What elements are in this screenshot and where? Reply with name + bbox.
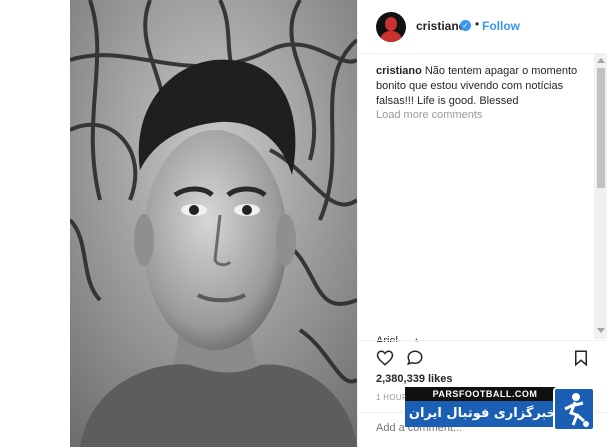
follow-button[interactable]: Follow xyxy=(482,19,520,33)
football-player-logo-icon xyxy=(553,387,595,431)
post-actions-bar xyxy=(358,340,607,370)
heart-icon[interactable] xyxy=(376,349,394,367)
post-photo[interactable] xyxy=(70,0,357,447)
caption-username[interactable]: cristiano xyxy=(376,65,422,77)
load-more-comments-link[interactable]: Load more comments xyxy=(376,109,482,121)
watermark-site-name: PARSFOOTBALL.COM xyxy=(405,387,565,401)
post-side-panel: cristiano ✓ • Follow cristiano Não tentem… xyxy=(357,0,607,447)
scroll-down-arrow-icon[interactable] xyxy=(597,328,605,333)
comment-bubble-icon[interactable] xyxy=(406,349,424,367)
post-caption: cristiano Não tentem apagar o momento bon… xyxy=(376,64,581,109)
post-header: cristiano ✓ • Follow xyxy=(358,0,607,54)
watermark-tagline: خبرگزاری فوتبال ایران xyxy=(405,401,560,427)
scrollbar-thumb[interactable] xyxy=(597,68,605,188)
bookmark-icon[interactable] xyxy=(572,349,590,367)
portrait-image xyxy=(70,0,357,447)
avatar-body xyxy=(380,31,402,42)
scroll-up-arrow-icon[interactable] xyxy=(597,58,605,63)
page-margin xyxy=(0,0,70,447)
separator-dot: • xyxy=(475,17,480,31)
avatar[interactable] xyxy=(376,12,406,42)
verified-badge-icon: ✓ xyxy=(460,20,471,31)
username[interactable]: cristiano xyxy=(416,19,466,33)
avatar-face xyxy=(385,17,397,31)
likes-count[interactable]: 2,380,339 likes xyxy=(376,373,452,385)
parsfootball-watermark: PARSFOOTBALL.COM خبرگزاری فوتبال ایران xyxy=(405,387,607,435)
